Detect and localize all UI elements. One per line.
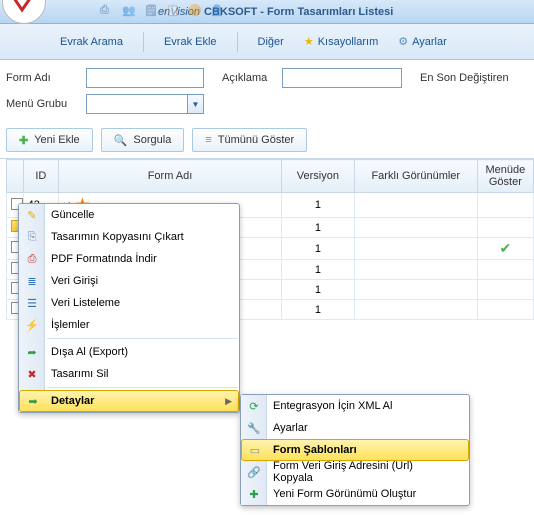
qat-icon[interactable]: 🟠 xyxy=(188,4,202,18)
aciklama-input[interactable] xyxy=(282,68,402,88)
ribbon-link-kisayollarim[interactable]: ★Kısayollarım xyxy=(304,35,378,48)
divider xyxy=(237,32,238,52)
form-adi-input[interactable] xyxy=(86,68,204,88)
qat-icon[interactable]: ⎙ xyxy=(100,4,114,18)
ctx-detaylar[interactable]: ➡Detaylar▶ xyxy=(19,390,239,412)
grid-header-form-adi[interactable]: Form Adı xyxy=(59,160,282,193)
qat-icon[interactable]: 📋 xyxy=(166,4,180,18)
cell-views xyxy=(354,300,477,320)
cell-views xyxy=(354,260,477,280)
ribbon-link-evrak-ekle[interactable]: Evrak Ekle xyxy=(164,36,217,48)
wrench-icon: 🔧 xyxy=(245,419,263,437)
cell-version: 1 xyxy=(281,300,354,320)
lines-icon: ≡ xyxy=(205,134,211,146)
context-submenu: ⟳Entegrasyon İçin XML Al 🔧Ayarlar ▭Form … xyxy=(240,394,470,506)
grid-header-select[interactable] xyxy=(7,160,24,193)
grid-header-menude[interactable]: Menüde Göster xyxy=(477,160,533,193)
menu-grubu-input[interactable] xyxy=(87,95,187,113)
grid-header-row: ID Form Adı Versiyon Farklı Görünümler M… xyxy=(7,160,534,193)
filter-panel: Form Adı Açıklama En Son Değiştiren Menü… xyxy=(0,60,534,124)
cell-version: 1 xyxy=(281,260,354,280)
cell-views xyxy=(354,218,477,238)
star-icon: ★ xyxy=(304,35,314,48)
context-menu: ✎Güncelle ⎘Tasarımın Kopyasını Çıkart ⎙P… xyxy=(18,203,240,413)
cell-version: 1 xyxy=(281,218,354,238)
xml-icon: ⟳ xyxy=(245,397,263,415)
toolbar: ✚Yeni Ekle 🔍Sorgula ≡Tümünü Göster xyxy=(0,124,534,159)
cell-menu xyxy=(477,260,533,280)
ribbon-link-diger[interactable]: Diğer xyxy=(258,36,284,48)
copy-icon: ⎘ xyxy=(23,228,41,246)
ctx-guncelle[interactable]: ✎Güncelle xyxy=(19,204,239,226)
aciklama-label: Açıklama xyxy=(222,72,282,84)
cell-version: 1 xyxy=(281,193,354,218)
cell-version: 1 xyxy=(281,280,354,300)
cell-views xyxy=(354,280,477,300)
ctx-ayarlar[interactable]: 🔧Ayarlar xyxy=(241,417,469,439)
menu-grubu-label: Menü Grubu xyxy=(6,98,86,110)
sorgula-button[interactable]: 🔍Sorgula xyxy=(101,128,185,152)
ctx-veri-listeleme[interactable]: ☰Veri Listeleme xyxy=(19,292,239,314)
gear-icon: ⚙ xyxy=(398,35,408,48)
cell-menu xyxy=(477,280,533,300)
plus-icon: ✚ xyxy=(245,485,263,503)
cell-version: 1 xyxy=(281,238,354,260)
link-icon: 🔗 xyxy=(245,463,263,481)
search-icon: 🔍 xyxy=(114,134,128,147)
form-adi-label: Form Adı xyxy=(6,72,86,84)
list-icon: ☰ xyxy=(23,294,41,312)
ctx-kopya[interactable]: ⎘Tasarımın Kopyasını Çıkart xyxy=(19,226,239,248)
cell-views xyxy=(354,193,477,218)
cell-menu xyxy=(477,218,533,238)
cell-menu: ✔ xyxy=(477,238,533,260)
cell-menu xyxy=(477,193,533,218)
submenu-arrow-icon: ▶ xyxy=(225,396,232,407)
ctx-disa-al[interactable]: ➦Dışa Al (Export) xyxy=(19,341,239,363)
page-icon: ▭ xyxy=(246,441,264,459)
ctx-url[interactable]: 🔗Form Veri Giriş Adresini (Url) Kopyala xyxy=(241,461,469,483)
pencil-icon: ✎ xyxy=(23,206,41,224)
cell-menu xyxy=(477,300,533,320)
ctx-yeni-gorunum[interactable]: ✚Yeni Form Görünümü Oluştur xyxy=(241,483,469,505)
ctx-sablon[interactable]: ▭Form Şablonları xyxy=(241,439,469,461)
title-bar: ⎙ 👥 🗒 📋 🟠 👤 enVision CBKSOFT - Form Tasa… xyxy=(0,0,534,24)
ctx-sil[interactable]: ✖Tasarımı Sil xyxy=(19,363,239,385)
grid-header-id[interactable]: ID xyxy=(23,160,58,193)
plus-icon: ✚ xyxy=(19,134,28,147)
grid-header-versiyon[interactable]: Versiyon xyxy=(281,160,354,193)
tumunu-goster-button[interactable]: ≡Tümünü Göster xyxy=(192,128,307,152)
chevron-down-icon[interactable]: ▼ xyxy=(187,95,203,113)
ribbon-link-evrak-arama[interactable]: Evrak Arama xyxy=(60,36,123,48)
pdf-icon: ⎙ xyxy=(23,250,41,268)
delete-icon: ✖ xyxy=(23,365,41,383)
bolt-icon: ⚡ xyxy=(23,316,41,334)
ctx-pdf[interactable]: ⎙PDF Formatında İndir xyxy=(19,248,239,270)
export-icon: ➦ xyxy=(23,343,41,361)
enson-label: En Son Değiştiren xyxy=(420,72,509,84)
qat-icon[interactable]: 🗒 xyxy=(144,4,158,18)
grid-header-farkli[interactable]: Farklı Görünümler xyxy=(354,160,477,193)
arrow-right-icon: ➡ xyxy=(24,392,42,410)
ctx-veri-girisi[interactable]: ≣Veri Girişi xyxy=(19,270,239,292)
divider xyxy=(143,32,144,52)
menu-grubu-combo[interactable]: ▼ xyxy=(86,94,204,114)
qat-icons: ⎙ 👥 🗒 📋 🟠 👤 xyxy=(100,4,224,18)
ctx-islemler[interactable]: ⚡İşlemler xyxy=(19,314,239,336)
yeni-ekle-button[interactable]: ✚Yeni Ekle xyxy=(6,128,93,152)
qat-icon[interactable]: 👥 xyxy=(122,4,136,18)
cell-views xyxy=(354,238,477,260)
menu-divider xyxy=(47,387,237,388)
qat-icon[interactable]: 👤 xyxy=(210,4,224,18)
check-icon: ✔ xyxy=(499,240,511,256)
window-title: CBKSOFT - Form Tasarımları Listesi xyxy=(204,6,393,18)
menu-divider xyxy=(47,338,237,339)
ribbon-link-ayarlar[interactable]: ⚙Ayarlar xyxy=(398,35,447,48)
ribbon: Evrak Arama Evrak Ekle Diğer ★Kısayollar… xyxy=(0,24,534,60)
ctx-xml[interactable]: ⟳Entegrasyon İçin XML Al xyxy=(241,395,469,417)
db-icon: ≣ xyxy=(23,272,41,290)
